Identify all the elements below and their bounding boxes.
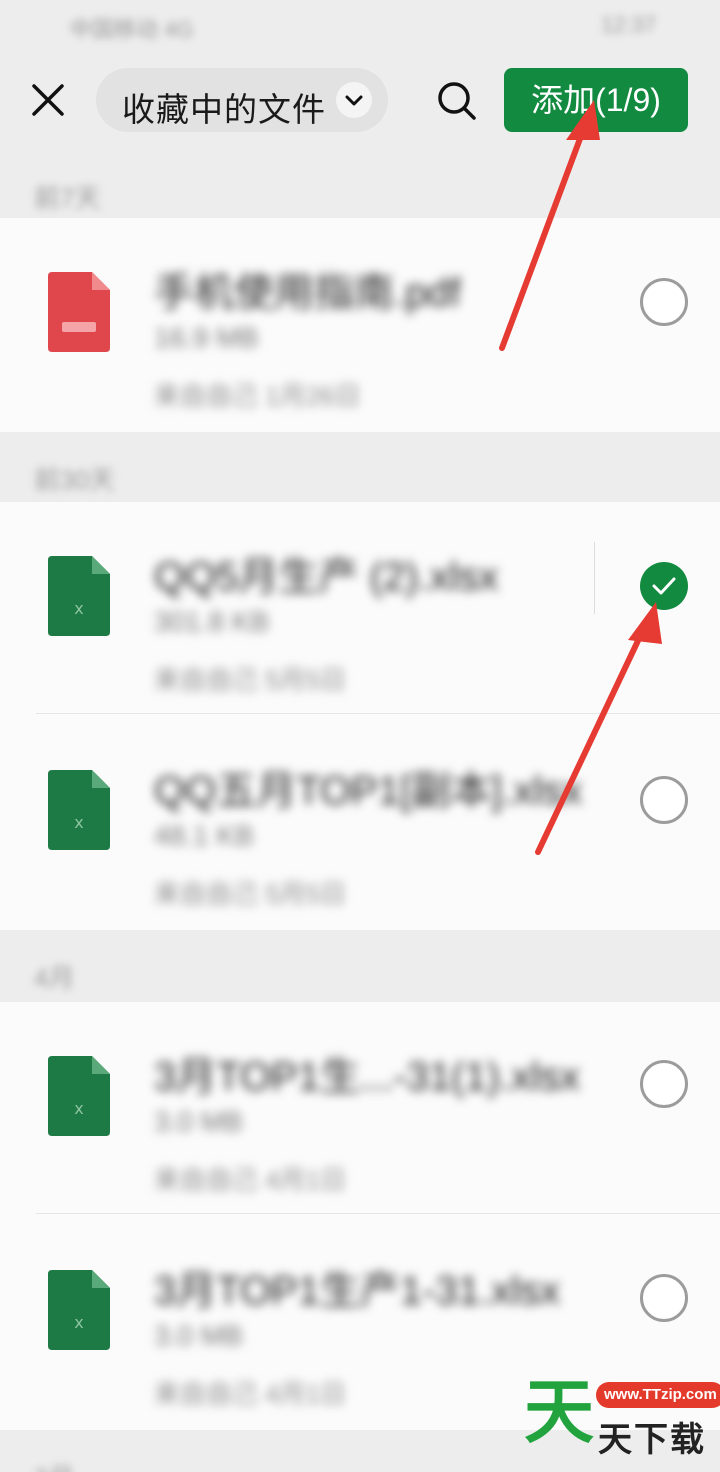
clock-label: 12:37 [600, 12, 656, 37]
file-source-date: 来自自己 5月5日 [154, 879, 347, 909]
file-group: x 3月TOP1生...-31(1).xlsx 3.0 MB 来自自己 4月1日… [0, 1002, 720, 1430]
search-button[interactable] [434, 78, 480, 124]
file-name: QQ五月TOP1[副本].xlsx [154, 769, 583, 813]
excel-file-icon: x [48, 770, 110, 850]
status-bar: 中国移动 4G 12:37 [0, 0, 720, 54]
select-radio[interactable] [640, 1060, 688, 1108]
watermark-glyph: 天 [524, 1373, 594, 1451]
file-row[interactable]: 手机使用指南.pdf 16.9 MB 来自自己 1月26日 [0, 218, 720, 430]
top-bar: 收藏中的文件 添加(1/9) [0, 54, 720, 154]
file-group: 手机使用指南.pdf 16.9 MB 来自自己 1月26日 [0, 218, 720, 432]
watermark-text: 天下载 [598, 1421, 706, 1459]
file-size: 48.1 KB [154, 820, 254, 851]
source-selector[interactable]: 收藏中的文件 [96, 68, 388, 132]
close-button[interactable] [28, 80, 68, 120]
excel-file-icon: x [48, 1056, 110, 1136]
select-radio[interactable] [640, 1274, 688, 1322]
file-name: 3月TOP1生产1-31.xlsx [154, 1269, 561, 1313]
divider [36, 713, 720, 714]
file-name: 3月TOP1生...-31(1).xlsx [154, 1055, 581, 1099]
excel-file-icon: x [48, 1270, 110, 1350]
watermark-logo: 天 www.TTzip.com 天下载 [524, 1373, 720, 1459]
search-icon [438, 82, 476, 120]
close-icon [32, 84, 64, 116]
file-size: 3.0 MB [154, 1320, 243, 1351]
section-header: 4月 [34, 963, 75, 993]
file-source-date: 来自自己 1月26日 [154, 381, 361, 411]
file-name: 手机使用指南.pdf [154, 271, 461, 315]
file-row[interactable]: x QQ5月生产 (2).xlsx 301.8 KB 来自自己 5月5日 [0, 502, 720, 714]
svg-text:x: x [74, 1099, 83, 1118]
chevron-down-icon [336, 82, 372, 118]
svg-text:x: x [74, 813, 83, 832]
divider [36, 1213, 720, 1214]
pdf-file-icon [48, 272, 110, 352]
file-size: 3.0 MB [154, 1106, 243, 1137]
svg-text:x: x [74, 1313, 83, 1332]
file-size: 301.8 KB [154, 606, 270, 637]
add-button[interactable]: 添加(1/9) [504, 68, 688, 132]
file-source-date: 来自自己 4月1日 [154, 1165, 347, 1195]
file-name: QQ5月生产 (2).xlsx [154, 555, 499, 599]
watermark-url: www.TTzip.com [596, 1382, 720, 1408]
svg-text:x: x [74, 599, 83, 618]
file-row[interactable]: x 3月TOP1生...-31(1).xlsx 3.0 MB 来自自己 4月1日 [0, 1002, 720, 1214]
select-radio-checked[interactable] [640, 562, 688, 610]
file-source-date: 来自自己 4月1日 [154, 1379, 347, 1409]
divider [594, 542, 595, 614]
excel-file-icon: x [48, 556, 110, 636]
select-radio[interactable] [640, 278, 688, 326]
checkmark-icon [652, 577, 676, 595]
file-group: x QQ5月生产 (2).xlsx 301.8 KB 来自自己 5月5日 x Q… [0, 502, 720, 930]
file-source-date: 来自自己 5月5日 [154, 665, 347, 695]
file-size: 16.9 MB [154, 322, 259, 353]
select-radio[interactable] [640, 776, 688, 824]
source-selector-label: 收藏中的文件 [122, 91, 326, 128]
file-row[interactable]: x QQ五月TOP1[副本].xlsx 48.1 KB 来自自己 5月5日 [0, 716, 720, 928]
carrier-label: 中国移动 4G [70, 17, 194, 42]
